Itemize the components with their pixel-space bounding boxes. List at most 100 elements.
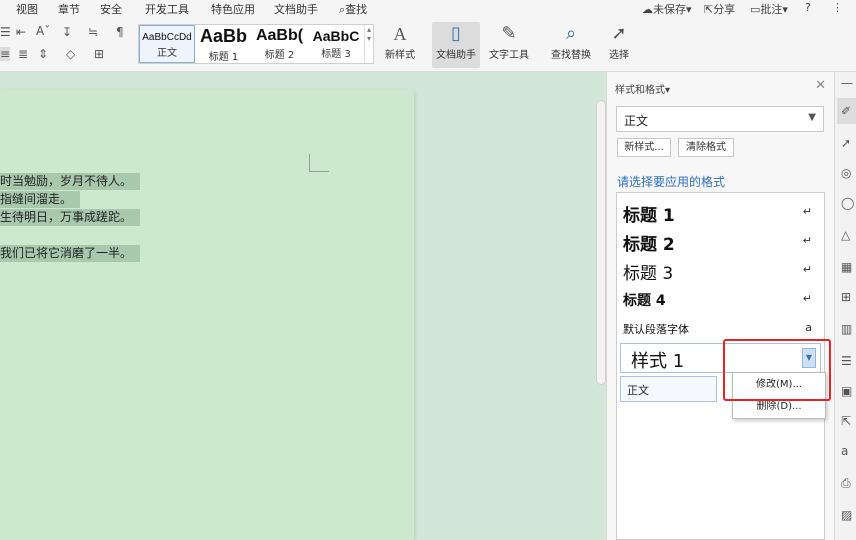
gallery-sample: AaBbC: [312, 28, 360, 44]
comment-button[interactable]: ▭批注▾: [750, 1, 788, 17]
help-button[interactable]: ?: [805, 1, 811, 14]
gallery-sample: AaBbCcDd: [142, 32, 192, 43]
border-icon[interactable]: ⊞: [94, 47, 104, 61]
style1-label: 样式 1: [631, 351, 685, 372]
select-label: 选择: [609, 50, 629, 61]
doc-line-2[interactable]: 指缝间溜走。: [0, 191, 81, 208]
cursor-icon: ➚: [611, 23, 627, 44]
share-icon: ⇱: [704, 3, 714, 16]
shapes-icon[interactable]: ◯: [841, 196, 854, 210]
unsaved-status[interactable]: ☁未保存▾: [642, 1, 692, 17]
shading-icon[interactable]: ◇: [66, 47, 75, 61]
style-item-heading2[interactable]: 标题 2 ↵: [617, 226, 824, 255]
chart-icon[interactable]: ▥: [841, 322, 852, 336]
gallery-label: 标题 1: [208, 52, 239, 63]
location-icon[interactable]: ◎: [841, 166, 851, 180]
gallery-scroll[interactable]: ▴ ▾: [364, 25, 373, 63]
indent-icon[interactable]: ⇤: [16, 25, 26, 39]
picture-icon[interactable]: ▨: [841, 508, 852, 522]
style-item-label: 标题 2: [623, 235, 675, 255]
style-pen-icon[interactable]: ✐: [837, 98, 856, 124]
delete-menu-item[interactable]: 删除(D)...: [733, 396, 825, 418]
chevron-up-icon: ▴: [366, 25, 371, 34]
new-style-panel-button[interactable]: 新样式...: [617, 138, 671, 157]
chevron-down-icon: ▼: [805, 353, 813, 362]
layers-icon[interactable]: △: [841, 228, 850, 242]
gallery-sample: AaBb(: [255, 27, 304, 44]
grid-icon[interactable]: ⊞: [841, 290, 851, 304]
doc-line-1[interactable]: 时当勉励，岁月不待人。: [0, 173, 141, 190]
doc-assistant-icon: ▯: [451, 23, 461, 44]
menu-find-label: 查找: [345, 3, 368, 16]
doc-line-3[interactable]: 生待明日，万事成蹉跎。: [0, 209, 141, 226]
style1-dropdown-button[interactable]: ▼: [802, 348, 816, 368]
new-style-icon: A: [393, 24, 407, 44]
style-item-heading3[interactable]: 标题 3 ↵: [617, 255, 824, 284]
translate-icon[interactable]: a: [841, 444, 848, 458]
table-icon[interactable]: ▦: [841, 260, 852, 274]
style-item-style1[interactable]: 样式 1 ▼: [620, 343, 821, 373]
gallery-style-heading2[interactable]: AaBb( 标题 2: [252, 25, 307, 63]
gallery-label: 标题 3: [321, 49, 351, 60]
settings-sliders-icon[interactable]: ☰: [841, 354, 852, 368]
document-page[interactable]: 时当勉励，岁月不待人。 指缝间溜走。 生待明日，万事成蹉跎。 我们已将它消磨了一…: [0, 90, 414, 540]
comment-icon: ▭: [750, 3, 761, 16]
menu-view[interactable]: 视图: [16, 1, 38, 17]
style-item-heading1[interactable]: 标题 1 ↵: [617, 197, 824, 226]
current-style-select[interactable]: 正文 ▼: [616, 106, 824, 132]
sort-icon[interactable]: ≒: [88, 25, 98, 39]
choose-format-label: 请选择要应用的格式: [617, 175, 726, 189]
gallery-sample: AaBb: [199, 26, 247, 46]
paragraph-mark-icon: ↵: [802, 205, 812, 218]
doc-line-4[interactable]: 我们已将它消磨了一半。: [0, 245, 141, 262]
chevron-down-icon: ▾: [782, 3, 788, 16]
clear-format-button[interactable]: 清除格式: [678, 138, 734, 157]
share-button[interactable]: ⇱分享: [704, 1, 735, 17]
share-label: 分享: [713, 3, 736, 16]
select-button[interactable]: ➚ 选择: [602, 22, 636, 68]
gallery-style-heading3[interactable]: AaBbC 标题 3: [308, 25, 364, 63]
style-item-label: 标题 1: [623, 206, 675, 226]
document-area[interactable]: 时当勉励，岁月不待人。 指缝间溜走。 生待明日，万事成蹉跎。 我们已将它消磨了一…: [0, 72, 596, 540]
line-spacing-icon[interactable]: ⇕: [38, 47, 48, 61]
wrench-icon: ✎: [501, 23, 517, 44]
image-icon[interactable]: ▣: [841, 384, 852, 398]
styles-panel: 样式和格式▾ ✕ 正文 ▼ 新样式... 清除格式 请选择要应用的格式 标题 1…: [606, 72, 834, 540]
font-size-icon[interactable]: Aˇ: [36, 24, 50, 38]
current-style-value: 正文: [624, 114, 649, 128]
more-button[interactable]: ⋮: [832, 1, 843, 14]
new-style-button[interactable]: A 新样式: [380, 22, 420, 68]
align-left-icon[interactable]: ≡: [0, 47, 11, 61]
doc-assistant-button[interactable]: ▯ 文档助手: [432, 22, 480, 68]
style-item-default-font[interactable]: 默认段落字体 a: [617, 317, 824, 339]
modify-menu-item[interactable]: 修改(M)...: [733, 374, 825, 396]
gallery-style-normal[interactable]: AaBbCcDd 正文: [139, 25, 195, 63]
bullet-list-icon[interactable]: ☰: [0, 25, 11, 39]
menu-dev-tools[interactable]: 开发工具: [145, 1, 189, 17]
menu-chapter[interactable]: 章节: [58, 1, 80, 17]
print-icon[interactable]: ⎙: [841, 476, 851, 490]
paragraph-mark-icon: ↵: [802, 234, 812, 247]
document-scrollbar[interactable]: [596, 100, 606, 385]
style-item-heading4[interactable]: 标题 4 ↵: [617, 286, 824, 312]
share-side-icon[interactable]: ⇱: [841, 414, 851, 428]
menu-security[interactable]: 安全: [100, 1, 122, 17]
style-item-normal[interactable]: 正文: [620, 376, 717, 402]
menu-find[interactable]: ⌕查找: [339, 1, 367, 17]
close-icon[interactable]: ✕: [815, 78, 826, 93]
style-item-label: 标题 4: [623, 293, 666, 309]
menu-special-apps[interactable]: 特色应用: [211, 1, 255, 17]
collapse-icon[interactable]: —: [841, 76, 853, 90]
text-tools-button[interactable]: ✎ 文字工具: [484, 22, 534, 68]
panel-title-text: 样式和格式: [615, 85, 665, 96]
align-center-icon[interactable]: ≣: [18, 47, 28, 61]
find-replace-button[interactable]: ⌕ 查找替换: [546, 22, 596, 68]
gallery-style-heading1[interactable]: AaBb 标题 1: [196, 25, 251, 63]
style-item-label: 默认段落字体: [623, 323, 689, 336]
select-cursor-icon[interactable]: ➚: [841, 136, 851, 150]
pilcrow-icon[interactable]: ¶: [116, 25, 124, 39]
style-list: 标题 1 ↵ 标题 2 ↵ 标题 3 ↵ 标题 4 ↵ 默认段落字体 a 样式 …: [616, 192, 831, 540]
font-shrink-icon[interactable]: ↧: [62, 25, 72, 39]
paragraph-mark-icon: ↵: [802, 292, 812, 305]
menu-doc-assistant[interactable]: 文档助手: [274, 1, 318, 17]
